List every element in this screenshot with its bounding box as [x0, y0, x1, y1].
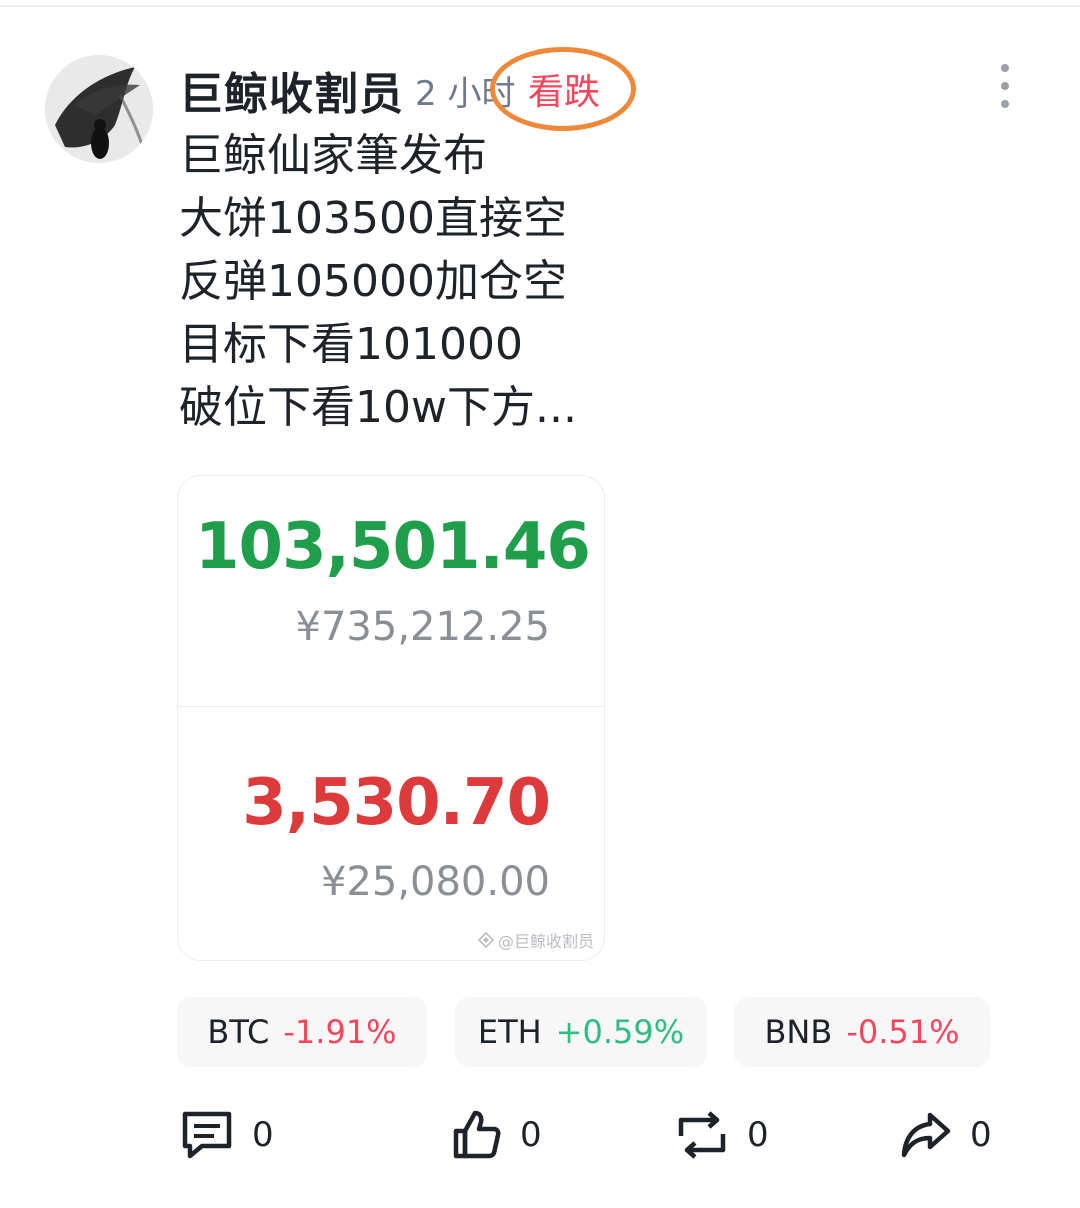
post-body[interactable]: 巨鲸仙家筆发布 大饼103500直接空 反弹105000加仓空 目标下看1010… [179, 124, 959, 439]
card-divider [178, 706, 604, 707]
action-bar: 0 0 0 0 [0, 1100, 1080, 1170]
ticker-chip-bnb[interactable]: BNB -0.51% [734, 997, 990, 1067]
post-line: 目标下看101000 [179, 319, 523, 370]
like-button[interactable]: 0 [452, 1100, 542, 1170]
btc-price: 103,501.46 [195, 510, 591, 584]
annotation-circle [490, 47, 636, 131]
share-count: 0 [970, 1115, 992, 1155]
avatar[interactable] [45, 55, 153, 163]
ticker-symbol: BNB [764, 1013, 833, 1051]
author-name[interactable]: 巨鲸收割员 [179, 58, 404, 122]
repost-count: 0 [747, 1115, 769, 1155]
share-button[interactable]: 0 [900, 1100, 992, 1170]
ticker-symbol: BTC [207, 1013, 270, 1051]
ticker-change: -0.51% [846, 1013, 960, 1051]
top-divider [0, 5, 1080, 7]
comment-count: 0 [252, 1115, 274, 1155]
post-line: 巨鲸仙家筆发布 [179, 130, 487, 181]
watermark-text: @巨鲸收割员 [497, 932, 594, 951]
ticker-row: BTC -1.91% ETH +0.59% BNB -0.51% [177, 997, 997, 1067]
repost-icon [678, 1111, 726, 1159]
ticker-chip-btc[interactable]: BTC -1.91% [177, 997, 427, 1067]
share-icon [901, 1112, 951, 1158]
comment-icon [182, 1111, 232, 1159]
eth-price: 3,530.70 [242, 766, 551, 840]
post-line: 大饼103500直接空 [179, 193, 567, 244]
ticker-change: -1.91% [283, 1013, 397, 1051]
more-vertical-icon[interactable] [990, 64, 1020, 108]
ticker-chip-eth[interactable]: ETH +0.59% [455, 997, 707, 1067]
thumbs-up-icon [453, 1110, 501, 1159]
repost-button[interactable]: 0 [675, 1100, 769, 1170]
watermark: @巨鲸收割员 [477, 928, 594, 952]
ticker-symbol: ETH [477, 1013, 542, 1051]
comment-button[interactable]: 0 [180, 1100, 274, 1170]
avatar-image [45, 55, 153, 163]
like-count: 0 [520, 1115, 542, 1155]
ticker-change: +0.59% [555, 1013, 685, 1051]
price-screenshot-card[interactable]: 103,501.46 ¥735,212.25 3,530.70 ¥25,080.… [177, 475, 605, 961]
post-line: 破位下看10w下方... [179, 382, 577, 433]
btc-cny-price: ¥735,212.25 [295, 604, 550, 650]
eth-cny-price: ¥25,080.00 [320, 859, 550, 905]
binance-logo-icon [477, 932, 494, 948]
post-line: 反弹105000加仓空 [179, 256, 567, 307]
